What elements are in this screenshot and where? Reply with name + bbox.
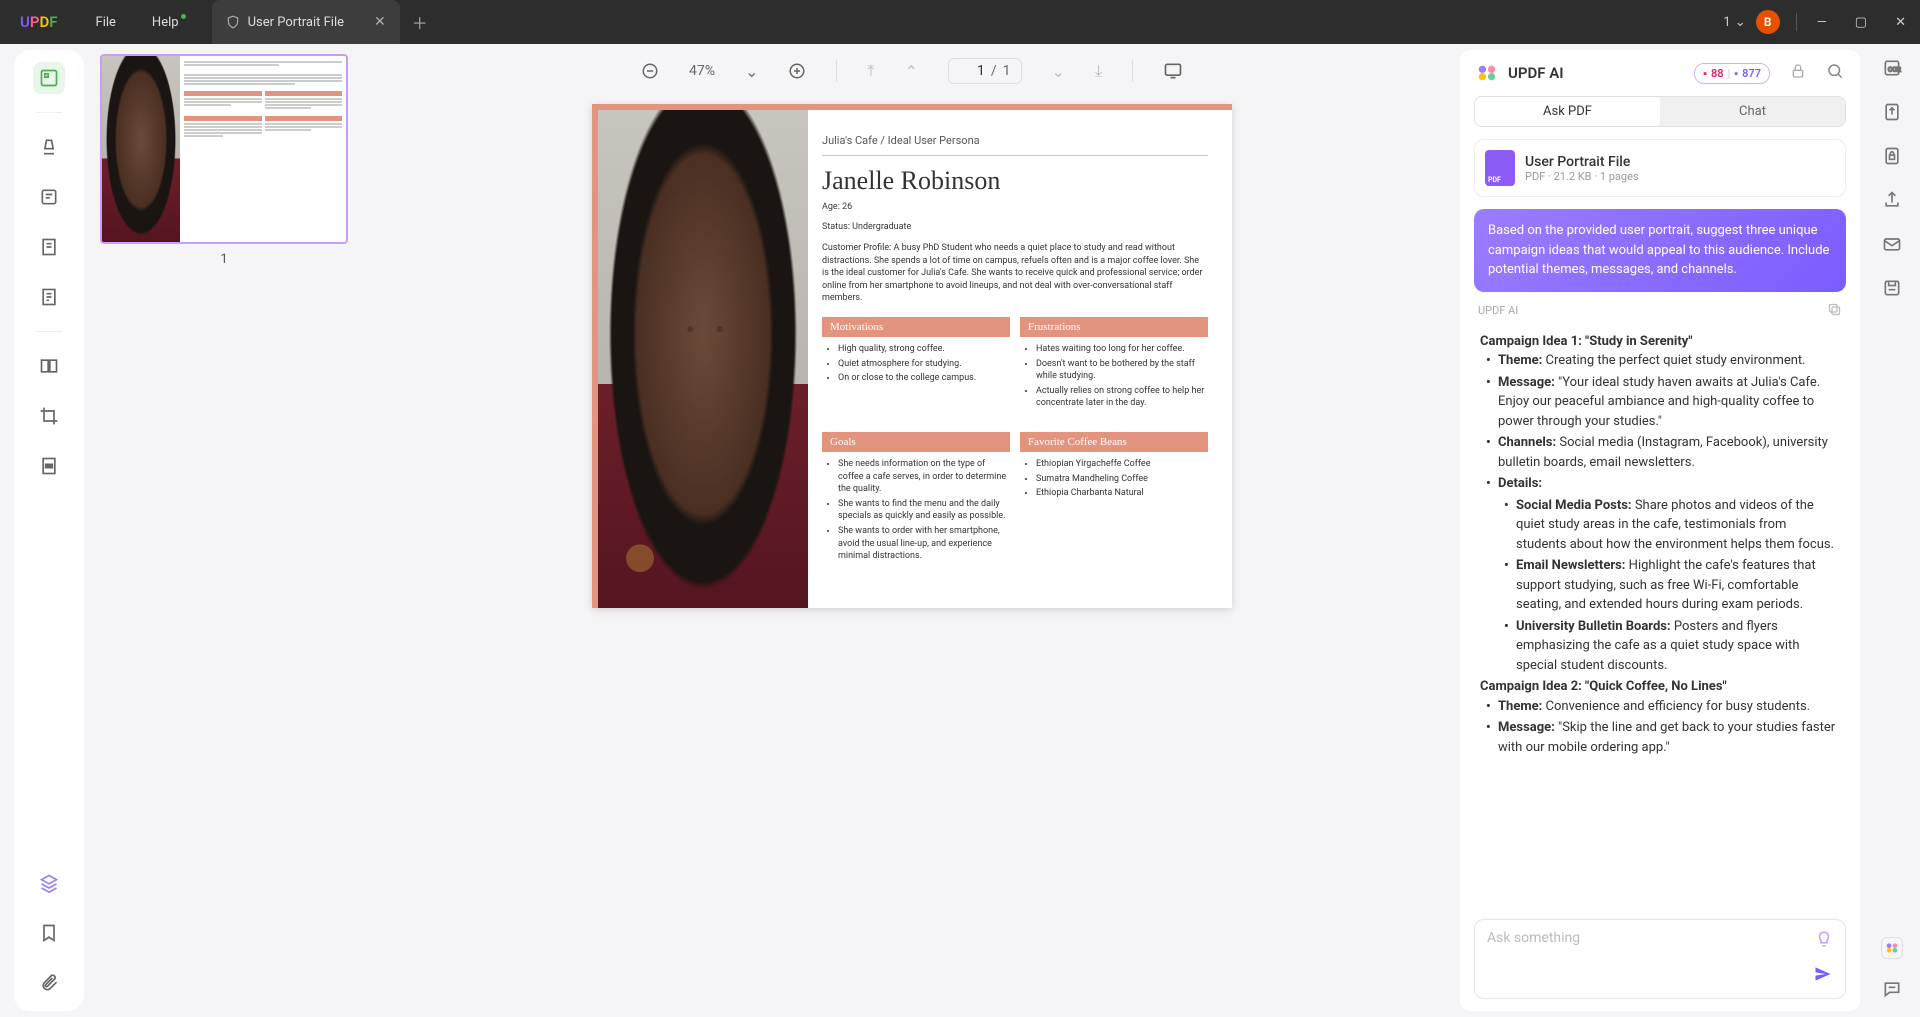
user-prompt: Based on the provided user portrait, sug… [1474, 209, 1846, 292]
bookmark-icon[interactable] [33, 917, 65, 949]
close-tab-icon[interactable]: ✕ [374, 14, 386, 30]
attached-file-name: User Portrait File [1525, 154, 1639, 170]
prev-page-button[interactable]: ⌃ [904, 62, 917, 81]
view-toolbar: 47% ⌄ ⤒ ⌃ / 1 ⌄ ⤓ [364, 44, 1460, 98]
search-icon[interactable] [1826, 62, 1844, 84]
save-icon[interactable] [1882, 278, 1902, 302]
zoom-out-button[interactable] [641, 62, 659, 80]
ai-credit-badges[interactable]: ▪88 | ▪877 [1694, 63, 1770, 84]
updf-ai-logo-icon [1476, 62, 1498, 84]
presentation-button[interactable] [1163, 61, 1183, 81]
section-motivations-list: High quality, strong coffee. Quiet atmos… [822, 337, 1010, 397]
notification-dot-icon [181, 14, 186, 19]
persona-name: Janelle Robinson [822, 166, 1208, 196]
section-goals-title: Goals [822, 432, 1010, 452]
ai-panel-title: UPDF AI [1508, 64, 1564, 82]
menu-file[interactable]: File [78, 0, 134, 44]
page-indicator[interactable]: / 1 [948, 58, 1022, 84]
section-beans-title: Favorite Coffee Beans [1020, 432, 1208, 452]
lock-icon[interactable] [1790, 63, 1806, 83]
titlebar: UPDF File Help User Portrait File ✕ ＋ 1⌄… [0, 0, 1920, 44]
edit-text-tool[interactable] [33, 181, 65, 213]
zoom-value: 47% [689, 63, 715, 79]
persona-profile: Customer Profile: A busy PhD Student who… [822, 242, 1208, 305]
persona-portrait [598, 110, 808, 608]
doc-breadcrumb: Julia's Cafe / Ideal User Persona [822, 134, 1208, 156]
ai-panel: UPDF AI ▪88 | ▪877 Ask PDF Chat User Por… [1460, 50, 1860, 1011]
thumbnails-tool[interactable] [33, 62, 65, 94]
new-tab-button[interactable]: ＋ [400, 10, 440, 34]
maximize-button[interactable]: ▢ [1841, 15, 1881, 30]
shield-icon [226, 15, 240, 29]
attachment-icon[interactable] [33, 967, 65, 999]
ai-toggle-icon[interactable] [1881, 937, 1903, 959]
next-page-button[interactable]: ⌄ [1052, 62, 1065, 81]
zoom-in-button[interactable] [788, 62, 806, 80]
last-page-button[interactable]: ⤓ [1095, 61, 1102, 81]
protect-icon[interactable] [1882, 146, 1902, 170]
tab-ask-pdf[interactable]: Ask PDF [1475, 97, 1660, 126]
tab-title: User Portrait File [248, 15, 344, 30]
thumbnail-page-number: 1 [100, 252, 348, 267]
ai-tabs: Ask PDF Chat [1474, 96, 1846, 127]
section-frustrations-list: Hates waiting too long for her coffee. D… [1020, 337, 1208, 422]
share-icon[interactable] [1882, 190, 1902, 214]
crop-tool[interactable] [33, 400, 65, 432]
pdf-page: Julia's Cafe / Ideal User Persona Janell… [592, 104, 1232, 608]
section-beans-list: Ethiopian Yirgacheffe Coffee Sumatra Man… [1020, 452, 1208, 512]
send-button[interactable] [1813, 964, 1833, 988]
right-toolbar: OCR [1864, 44, 1920, 1017]
document-view: 47% ⌄ ⤒ ⌃ / 1 ⌄ ⤓ Julia's Cafe / Ideal U… [364, 44, 1460, 1017]
convert-icon[interactable] [1882, 102, 1902, 126]
zoom-dropdown[interactable]: ⌄ [745, 62, 758, 81]
page-tool[interactable] [33, 231, 65, 263]
comments-icon[interactable] [1882, 979, 1902, 1003]
persona-age: Age: 26 [822, 202, 1208, 212]
ai-response: Campaign Idea 1: "Study in Serenity" The… [1474, 326, 1846, 912]
page-canvas[interactable]: Julia's Cafe / Ideal User Persona Janell… [364, 98, 1460, 1017]
ai-input-area [1474, 919, 1846, 999]
form-tool[interactable] [33, 281, 65, 313]
svg-text:OCR: OCR [1888, 65, 1901, 73]
menu-help[interactable]: Help [134, 0, 204, 44]
app-logo: UPDF [0, 13, 78, 31]
ai-prompt-input[interactable] [1487, 930, 1833, 962]
suggestions-icon[interactable] [1815, 930, 1833, 952]
redact-tool[interactable] [33, 450, 65, 482]
left-toolbar [14, 50, 84, 1011]
organize-tool[interactable] [33, 350, 65, 382]
tab-chat[interactable]: Chat [1660, 97, 1845, 126]
minimize-button[interactable]: — [1803, 15, 1841, 30]
attached-file-card[interactable]: User Portrait File PDF · 21.2 KB · 1 pag… [1474, 139, 1846, 197]
document-tab[interactable]: User Portrait File ✕ [212, 0, 400, 44]
section-motivations-title: Motivations [822, 317, 1010, 337]
section-goals-list: She needs information on the type of cof… [822, 452, 1010, 575]
copy-icon[interactable] [1827, 302, 1842, 320]
ai-response-label: UPDF AI [1478, 304, 1518, 317]
persona-status: Status: Undergraduate [822, 222, 1208, 232]
portrait-thumb-icon [102, 56, 180, 242]
email-icon[interactable] [1882, 234, 1902, 258]
section-frustrations-title: Frustrations [1020, 317, 1208, 337]
thumbnail-panel: 1 [84, 44, 364, 1017]
close-window-button[interactable]: ✕ [1881, 15, 1920, 30]
attached-file-meta: PDF · 21.2 KB · 1 pages [1525, 170, 1639, 183]
pdf-file-icon [1485, 150, 1515, 186]
layers-icon[interactable] [33, 867, 65, 899]
first-page-button[interactable]: ⤒ [867, 61, 874, 81]
tab-count-dropdown[interactable]: 1⌄ [1723, 15, 1745, 30]
page-thumbnail-1[interactable] [100, 54, 348, 244]
ocr-icon[interactable]: OCR [1882, 58, 1902, 82]
highlight-tool[interactable] [33, 131, 65, 163]
page-input[interactable] [959, 63, 985, 79]
user-avatar[interactable]: B [1756, 10, 1780, 34]
